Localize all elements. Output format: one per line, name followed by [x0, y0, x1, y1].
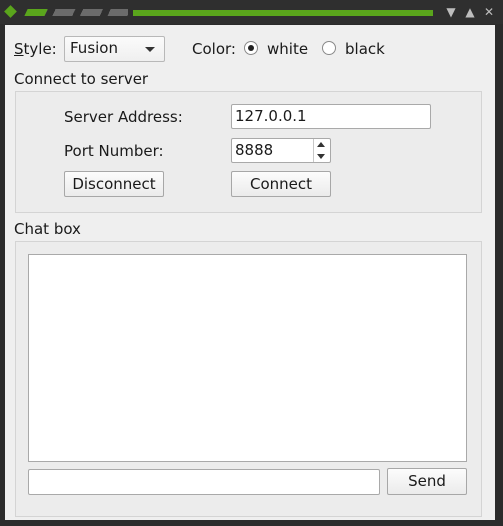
chevron-down-icon	[145, 47, 155, 52]
style-combobox-value: Fusion	[70, 39, 118, 57]
style-label-rest: tyle:	[23, 40, 57, 58]
disconnect-button[interactable]: Disconnect	[64, 171, 164, 197]
port-number-value: 8888	[235, 141, 274, 159]
color-white-label[interactable]: white	[267, 40, 308, 58]
style-label-mnemonic: S	[14, 40, 24, 58]
color-label: Color:	[192, 40, 236, 58]
chat-history-area[interactable]	[28, 254, 467, 462]
server-address-value: 127.0.0.1	[235, 107, 307, 125]
server-address-input[interactable]: 127.0.0.1	[231, 104, 431, 129]
connect-button[interactable]: Connect	[231, 171, 331, 197]
title-bar[interactable]: ▼ ▲ ✕	[0, 0, 503, 24]
style-label: Style:	[14, 40, 57, 58]
message-input[interactable]	[28, 469, 380, 495]
window-menu-icon[interactable]	[4, 5, 17, 18]
style-combobox[interactable]: Fusion	[64, 36, 165, 62]
close-icon[interactable]: ✕	[482, 4, 496, 20]
app-window: ▼ ▲ ✕ Style: Fusion Color: white black C…	[0, 0, 503, 526]
chat-group-title: Chat box	[14, 220, 81, 238]
color-white-radio[interactable]	[244, 41, 258, 55]
spin-down-icon[interactable]	[317, 154, 325, 159]
minimize-icon[interactable]: ▼	[444, 4, 458, 20]
title-active-bar	[133, 10, 433, 16]
color-black-radio[interactable]	[322, 41, 336, 55]
main-content: Style: Fusion Color: white black Connect…	[5, 25, 495, 520]
spin-buttons[interactable]	[313, 139, 330, 162]
color-black-label[interactable]: black	[345, 40, 385, 58]
spin-up-icon[interactable]	[317, 142, 325, 147]
radio-selected-dot	[248, 45, 254, 51]
server-group-title: Connect to server	[14, 70, 149, 88]
port-number-label: Port Number:	[64, 142, 164, 160]
send-button[interactable]: Send	[387, 468, 467, 495]
server-address-label: Server Address:	[64, 108, 183, 126]
title-decoration-accent	[24, 9, 48, 16]
maximize-icon[interactable]: ▲	[463, 4, 477, 20]
port-number-spinbox[interactable]: 8888	[231, 138, 331, 163]
